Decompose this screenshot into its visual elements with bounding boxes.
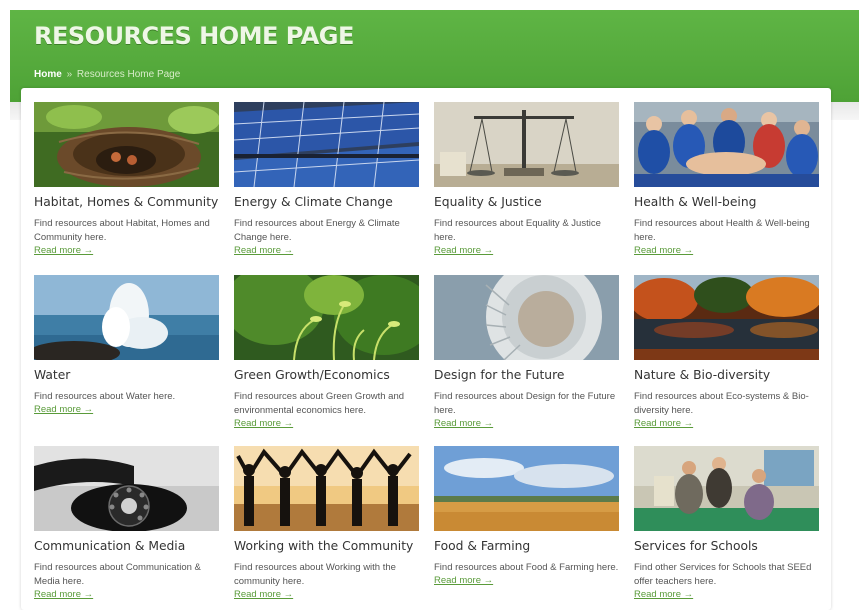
breadcrumb-current: Resources Home Page (76, 69, 181, 80)
card-description: Find resources about Energy & Climate Ch… (234, 218, 400, 243)
raised-hands-image[interactable] (234, 446, 419, 531)
card-title[interactable]: Food & Farming (434, 539, 619, 553)
children-circle-image[interactable] (634, 102, 819, 187)
card-description: Find resources about Communication & Med… (34, 562, 201, 587)
resource-card-water: Water Find resources about Water here. R… (34, 275, 219, 416)
read-more-link[interactable]: Read more → (234, 589, 419, 601)
resource-card-communication: Communication & Media Find resources abo… (34, 446, 219, 601)
read-more-link[interactable]: Read more → (634, 245, 819, 257)
rotary-telephone-image[interactable] (34, 446, 219, 531)
read-more-link[interactable]: Read more → (434, 575, 619, 587)
resource-card-habitat: Habitat, Homes & Community Find resource… (34, 102, 219, 257)
solar-panels-image[interactable] (234, 102, 419, 187)
resource-card-community: Working with the Community Find resource… (234, 446, 419, 601)
card-title[interactable]: Nature & Bio-diversity (634, 368, 819, 382)
read-more-link[interactable]: Read more → (634, 589, 819, 601)
card-description: Find resources about Water here. (34, 391, 176, 402)
balance-scales-image[interactable] (434, 102, 619, 187)
card-description: Find resources about Design for the Futu… (434, 391, 616, 416)
read-more-link[interactable]: Read more → (234, 245, 419, 257)
resource-grid: Habitat, Homes & Community Find resource… (21, 88, 831, 610)
card-title[interactable]: Health & Well-being (634, 195, 819, 209)
card-title[interactable]: Working with the Community (234, 539, 419, 553)
bird-nest-image[interactable] (34, 102, 219, 187)
card-title[interactable]: Equality & Justice (434, 195, 619, 209)
resource-card-equality: Equality & Justice Find resources about … (434, 102, 619, 257)
card-description: Find resources about Health & Well-being… (634, 218, 810, 243)
breadcrumb-separator: » (66, 69, 73, 80)
green-sprouts-image[interactable] (234, 275, 419, 360)
resource-card-green-growth: Green Growth/Economics Find resources ab… (234, 275, 419, 430)
card-description: Find resources about Food & Farming here… (434, 562, 619, 573)
resource-card-health: Health & Well-being Find resources about… (634, 102, 819, 257)
card-title[interactable]: Communication & Media (34, 539, 219, 553)
card-description: Find resources about Working with the co… (234, 562, 396, 587)
read-more-link[interactable]: Read more → (434, 418, 619, 430)
page-title: RESOURCES HOME PAGE (34, 22, 354, 50)
read-more-link[interactable]: Read more → (434, 245, 619, 257)
card-title[interactable]: Habitat, Homes & Community (34, 195, 219, 209)
resource-card-food: Food & Farming Find resources about Food… (434, 446, 619, 587)
card-title[interactable]: Energy & Climate Change (234, 195, 419, 209)
read-more-link[interactable]: Read more → (634, 418, 819, 430)
resource-card-design: Design for the Future Find resources abo… (434, 275, 619, 430)
card-description: Find other Services for Schools that SEE… (634, 562, 812, 587)
breadcrumb-home-link[interactable]: Home (34, 69, 62, 80)
card-description: Find resources about Habitat, Homes and … (34, 218, 210, 243)
spiral-staircase-image[interactable] (434, 275, 619, 360)
read-more-link[interactable]: Read more → (34, 589, 219, 601)
card-title[interactable]: Water (34, 368, 219, 382)
wave-splash-image[interactable] (34, 275, 219, 360)
read-more-link[interactable]: Read more → (234, 418, 419, 430)
read-more-link[interactable]: Read more → (34, 404, 219, 416)
classroom-group-image[interactable] (634, 446, 819, 531)
autumn-lake-image[interactable] (634, 275, 819, 360)
card-title[interactable]: Services for Schools (634, 539, 819, 553)
card-description: Find resources about Green Growth and en… (234, 391, 405, 416)
card-description: Find resources about Equality & Justice … (434, 218, 601, 243)
card-title[interactable]: Design for the Future (434, 368, 619, 382)
card-description: Find resources about Eco-systems & Bio-d… (634, 391, 809, 416)
card-title[interactable]: Green Growth/Economics (234, 368, 419, 382)
breadcrumb: Home » Resources Home Page (34, 69, 180, 80)
resource-card-nature: Nature & Bio-diversity Find resources ab… (634, 275, 819, 430)
resource-card-energy: Energy & Climate Change Find resources a… (234, 102, 419, 257)
wheat-field-image[interactable] (434, 446, 619, 531)
read-more-link[interactable]: Read more → (34, 245, 219, 257)
resource-card-schools: Services for Schools Find other Services… (634, 446, 819, 601)
